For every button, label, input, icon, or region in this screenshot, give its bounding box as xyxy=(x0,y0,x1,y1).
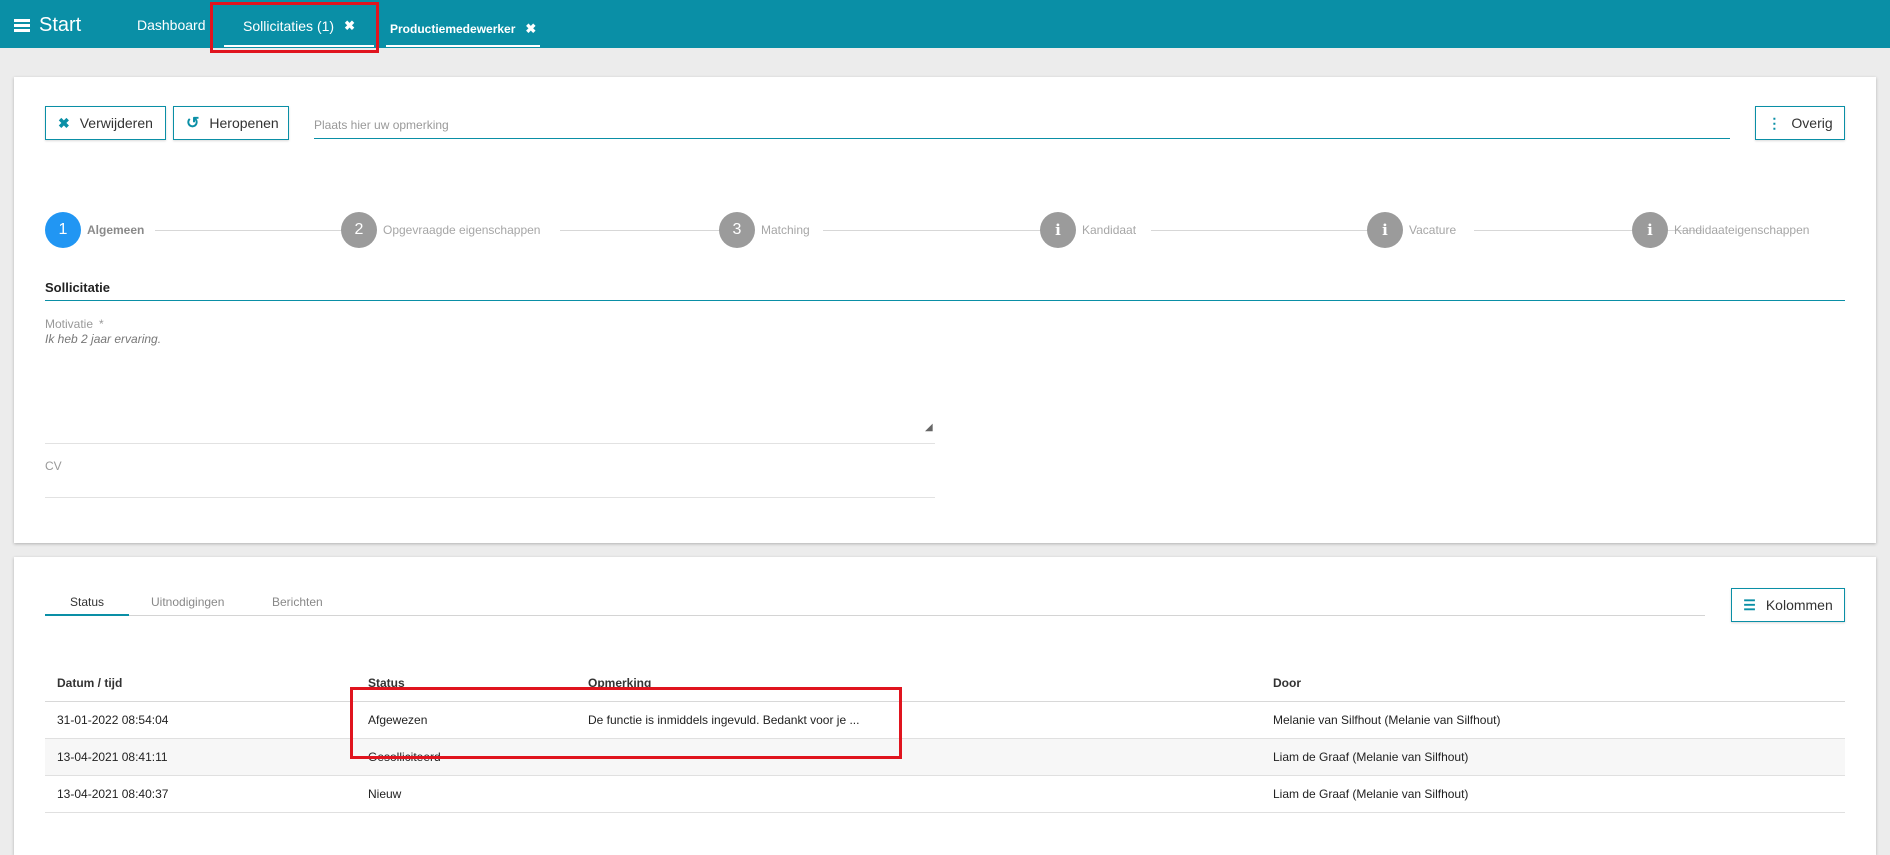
stepper: 1 Algemeen 2 Opgevraagde eigenschappen 3… xyxy=(45,212,1845,248)
step-label: Kandidaateigenschappen xyxy=(1674,223,1810,237)
history-card: Status Uitnodigingen Berichten ☰ Kolomme… xyxy=(14,557,1876,855)
step-label: Vacature xyxy=(1409,223,1457,237)
application-card: ✖ Verwijderen ↺ Heropenen ⋮ Overig 1 Alg… xyxy=(14,77,1876,543)
tab-dashboard[interactable]: Dashboard xyxy=(137,17,206,33)
cell-status: Afgewezen xyxy=(356,701,576,739)
cell-datetime: 13-04-2021 08:40:37 xyxy=(45,775,356,813)
overig-label: Overig xyxy=(1791,115,1833,131)
tab-sollicitaties[interactable]: Sollicitaties (1) ✖ xyxy=(224,8,374,47)
table-header-row: Datum / tijd Status Opmerking Door xyxy=(45,665,1845,702)
reopen-button[interactable]: ↺ Heropenen xyxy=(173,106,289,140)
more-vertical-icon: ⋮ xyxy=(1767,114,1782,131)
columns-label: Kolommen xyxy=(1765,597,1833,613)
step-connector xyxy=(560,230,730,231)
motivation-label-text: Motivatie xyxy=(45,317,94,331)
step-connector xyxy=(1151,230,1376,231)
cell-by: Liam de Graaf (Melanie van Silfhout) xyxy=(1261,738,1845,776)
cell-status: Nieuw xyxy=(356,775,576,813)
close-icon[interactable]: ✖ xyxy=(525,21,536,37)
info-icon: i xyxy=(1040,212,1076,248)
tab-label: Sollicitaties (1) xyxy=(243,17,335,34)
column-header-remark[interactable]: Opmerking xyxy=(576,665,1261,702)
remark-input[interactable] xyxy=(314,111,1730,139)
cell-by: Melanie van Silfhout (Melanie van Silfho… xyxy=(1261,701,1845,739)
step-label: Kandidaat xyxy=(1082,223,1137,237)
cell-by: Liam de Graaf (Melanie van Silfhout) xyxy=(1261,775,1845,813)
history-tabs: Status Uitnodigingen Berichten xyxy=(45,595,1705,616)
field-divider xyxy=(45,443,935,444)
close-icon[interactable]: ✖ xyxy=(344,18,355,34)
reopen-label: Heropenen xyxy=(209,115,279,131)
list-icon: ☰ xyxy=(1743,596,1756,613)
step-kandidaateigenschappen[interactable]: i Kandidaateigenschappen xyxy=(1632,212,1809,248)
start-label: Start xyxy=(39,14,82,36)
required-marker: * xyxy=(99,317,104,331)
cell-datetime: 13-04-2021 08:41:11 xyxy=(45,738,356,776)
field-divider xyxy=(45,497,935,498)
step-opgevraagde-eigenschappen[interactable]: 2 Opgevraagde eigenschappen xyxy=(341,212,540,248)
step-algemeen[interactable]: 1 Algemeen xyxy=(45,212,144,248)
table-row[interactable]: 13-04-2021 08:40:37 Nieuw Liam de Graaf … xyxy=(45,775,1845,813)
step-number: 1 xyxy=(45,212,81,248)
undo-icon: ↺ xyxy=(186,115,200,132)
info-icon: i xyxy=(1367,212,1403,248)
step-vacature[interactable]: i Vacature xyxy=(1367,212,1456,248)
step-number: 2 xyxy=(341,212,377,248)
tab-uitnodigingen[interactable]: Uitnodigingen xyxy=(151,595,224,616)
step-number: 3 xyxy=(719,212,755,248)
column-header-datetime[interactable]: Datum / tijd xyxy=(45,665,356,702)
info-icon: i xyxy=(1632,212,1668,248)
motivation-textarea[interactable]: Ik heb 2 jaar ervaring. xyxy=(45,332,935,430)
step-matching[interactable]: 3 Matching xyxy=(719,212,810,248)
delete-label: Verwijderen xyxy=(79,115,153,131)
start-menu-button[interactable]: Start xyxy=(14,14,81,37)
hamburger-icon xyxy=(14,19,30,32)
step-label: Algemeen xyxy=(87,223,145,237)
top-bar: Start Dashboard Sollicitaties (1) ✖ Prod… xyxy=(0,0,1890,48)
column-header-by[interactable]: Door xyxy=(1261,665,1845,702)
section-title: Sollicitatie xyxy=(45,280,1845,301)
cell-remark xyxy=(576,775,1261,813)
step-kandidaat[interactable]: i Kandidaat xyxy=(1040,212,1136,248)
column-header-status[interactable]: Status xyxy=(356,665,576,702)
resize-handle-icon[interactable]: ◢ xyxy=(925,422,933,433)
status-table: Datum / tijd Status Opmerking Door 31-01… xyxy=(45,665,1845,813)
table-row[interactable]: 31-01-2022 08:54:04 Afgewezen De functie… xyxy=(45,701,1845,739)
tab-productiemedewerker[interactable]: Productiemedewerker ✖ xyxy=(386,12,541,47)
tab-berichten[interactable]: Berichten xyxy=(272,595,323,616)
step-label: Opgevraagde eigenschappen xyxy=(383,223,541,237)
overig-button[interactable]: ⋮ Overig xyxy=(1755,106,1845,140)
step-connector xyxy=(823,230,1045,231)
cell-status: Gesolliciteerd xyxy=(356,738,576,776)
cell-datetime: 31-01-2022 08:54:04 xyxy=(45,701,356,739)
table-row[interactable]: 13-04-2021 08:41:11 Gesolliciteerd Liam … xyxy=(45,738,1845,776)
tab-label: Productiemedewerker xyxy=(390,21,516,36)
tab-status[interactable]: Status xyxy=(45,595,130,616)
cell-remark: De functie is inmiddels ingevuld. Bedank… xyxy=(576,701,1261,739)
tab-label: Dashboard xyxy=(137,17,206,33)
motivation-label: Motivatie * xyxy=(45,317,104,331)
delete-button[interactable]: ✖ Verwijderen xyxy=(45,106,166,140)
cell-remark xyxy=(576,738,1261,776)
columns-button[interactable]: ☰ Kolommen xyxy=(1731,588,1845,622)
step-label: Matching xyxy=(761,223,810,237)
cv-label: CV xyxy=(45,459,62,473)
close-icon: ✖ xyxy=(58,114,70,131)
